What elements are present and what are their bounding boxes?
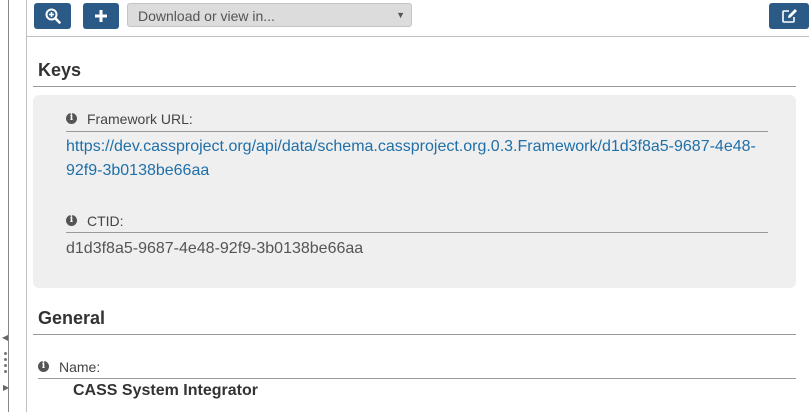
- general-heading: General: [38, 308, 106, 328]
- toolbar: Download or view in... ▼: [26, 0, 809, 37]
- general-divider: [33, 334, 796, 335]
- zoom-button[interactable]: [34, 3, 71, 29]
- name-value: CASS System Integrator: [73, 382, 258, 399]
- field-divider: [66, 131, 768, 132]
- panel-splitter-handle[interactable]: ◀ ▶: [1, 334, 9, 394]
- download-select-value: Download or view in...: [138, 8, 275, 24]
- info-icon[interactable]: i: [66, 215, 77, 226]
- download-view-select[interactable]: Download or view in... ▼: [127, 3, 412, 27]
- grip-dot: [4, 370, 7, 373]
- grip-dot: [4, 358, 7, 361]
- grip-dot: [4, 364, 7, 367]
- panel-border: [26, 0, 27, 412]
- keys-divider: [33, 86, 796, 87]
- framework-url-link-line1[interactable]: https://dev.cassproject.org/api/data/sch…: [66, 135, 756, 159]
- chevron-down-icon: ▼: [396, 10, 405, 20]
- grip-dot: [4, 352, 7, 355]
- zoom-in-icon: [45, 8, 61, 24]
- framework-url-label: Framework URL:: [87, 111, 193, 127]
- ctid-value: d1d3f8a5-9687-4e48-92f9-3b0138be66aa: [66, 240, 364, 257]
- collapse-left-icon[interactable]: ◀: [2, 334, 8, 342]
- field-divider: [38, 378, 796, 379]
- info-icon[interactable]: i: [38, 361, 49, 372]
- add-button[interactable]: [83, 3, 119, 29]
- name-label: Name:: [59, 359, 101, 375]
- edit-icon: [781, 8, 798, 24]
- field-divider: [66, 232, 768, 233]
- keys-heading: Keys: [38, 60, 82, 80]
- framework-url-link-line2[interactable]: 92f9-3b0138be66aa: [66, 159, 209, 183]
- edit-button[interactable]: [769, 3, 809, 29]
- ctid-label: CTID:: [87, 213, 124, 229]
- left-rail: ◀ ▶: [0, 0, 10, 412]
- expand-right-icon[interactable]: ▶: [3, 384, 9, 392]
- info-icon[interactable]: i: [66, 113, 77, 124]
- plus-icon: [94, 9, 108, 23]
